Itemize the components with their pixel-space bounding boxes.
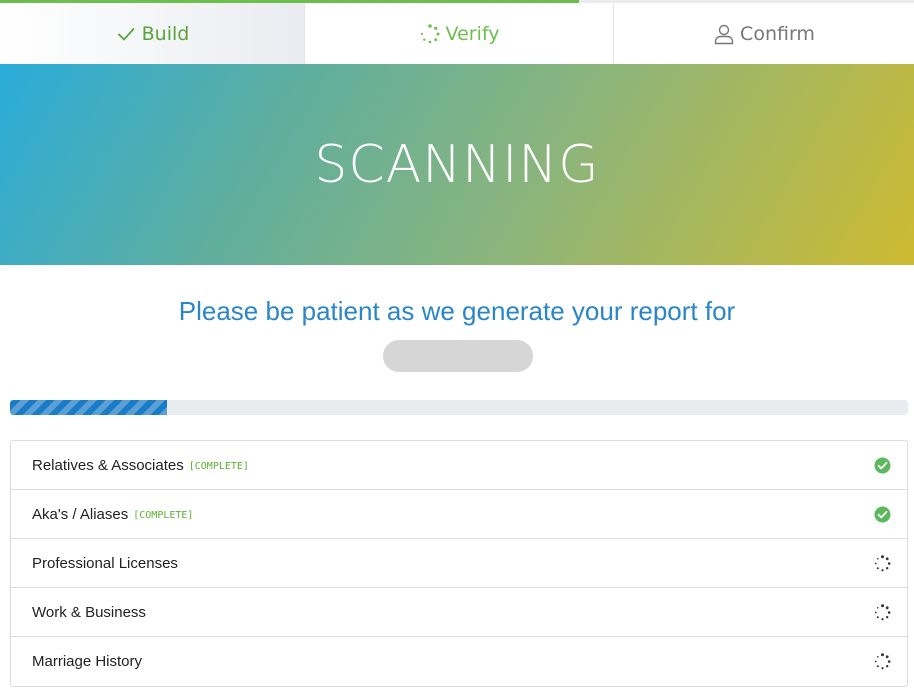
list-item: Professional Licenses <box>11 539 907 588</box>
check-circle-icon <box>874 457 891 474</box>
scan-progress-bar <box>10 400 908 415</box>
scanning-banner: SCANNING <box>0 64 914 265</box>
list-item: Marriage History <box>11 637 907 686</box>
item-label: Aka's / Aliases <box>32 505 129 523</box>
list-item: Aka's / Aliases [COMPLETE] <box>11 490 907 539</box>
item-status: [COMPLETE] <box>188 460 249 472</box>
tab-verify[interactable]: Verify <box>305 3 614 64</box>
item-status: [COMPLETE] <box>133 509 194 521</box>
spinner-icon <box>874 653 891 670</box>
banner-title: SCANNING <box>314 134 600 195</box>
list-item: Relatives & Associates [COMPLETE] <box>11 441 907 490</box>
item-label: Relatives & Associates <box>32 456 184 474</box>
item-label: Marriage History <box>32 653 143 670</box>
check-circle-icon <box>874 506 891 523</box>
scan-progress-fill <box>10 400 168 415</box>
item-label: Work & Business <box>32 603 146 621</box>
scan-items-list: Relatives & Associates [COMPLETE] Aka's … <box>10 440 908 687</box>
tab-verify-label: Verify <box>445 22 500 45</box>
spinner-icon <box>874 604 891 621</box>
list-item: Work & Business <box>11 588 907 637</box>
step-tabs: Build Verify Confirm <box>0 3 914 64</box>
tab-build-label: Build <box>141 22 190 45</box>
spinner-icon <box>874 555 891 572</box>
item-label: Professional Licenses <box>32 554 178 572</box>
tab-confirm-label: Confirm <box>740 22 815 45</box>
tab-confirm[interactable]: Confirm <box>614 3 914 64</box>
checkmark-icon <box>115 23 137 45</box>
user-icon <box>713 23 735 45</box>
tab-build[interactable]: Build <box>0 3 305 64</box>
spinner-icon <box>419 23 441 45</box>
redacted-name <box>383 340 533 372</box>
report-subtitle: Please be patient as we generate your re… <box>178 296 736 326</box>
